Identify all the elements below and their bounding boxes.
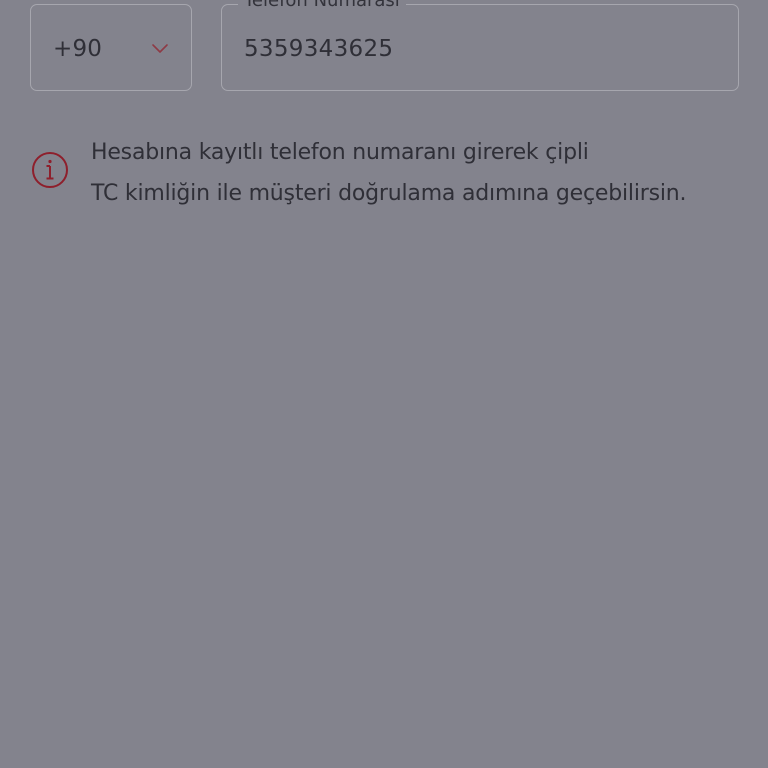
info-message-text: Hesabına kayıtlı telefon numaranı girere… xyxy=(91,132,731,214)
phone-number-input[interactable] xyxy=(244,31,704,67)
info-icon xyxy=(32,152,68,188)
phone-verification-screen: +90 Telefon Numarası Hesabına kayıtlı te… xyxy=(0,0,768,768)
phone-number-field: Telefon Numarası xyxy=(221,0,739,91)
country-code-value: +90 xyxy=(53,36,103,62)
info-message-line-1: Hesabına kayıtlı telefon numaranı girere… xyxy=(91,140,589,165)
country-code-select[interactable]: +90 xyxy=(30,4,192,91)
phone-number-label: Telefon Numarası xyxy=(238,0,406,12)
chevron-down-icon xyxy=(152,44,168,53)
info-message-line-2: TC kimliğin ile müşteri doğrulama adımın… xyxy=(91,181,687,206)
